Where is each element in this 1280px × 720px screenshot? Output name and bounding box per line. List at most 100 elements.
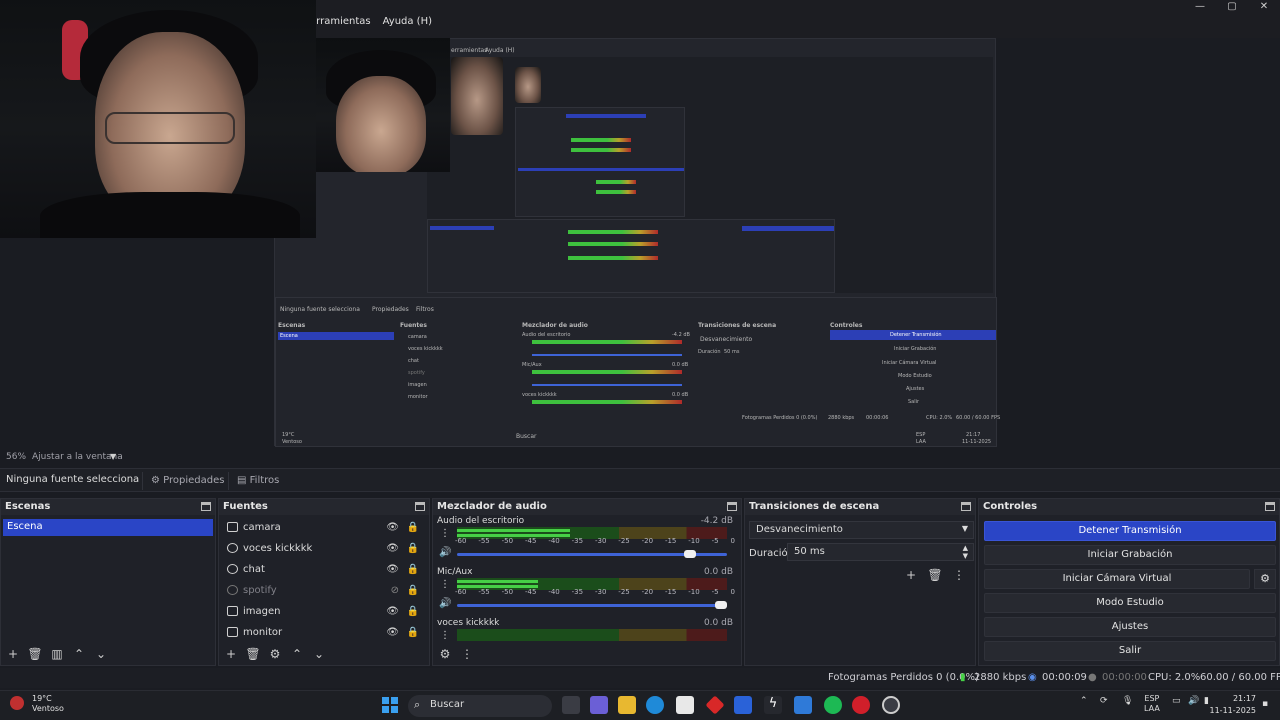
- transitions-title: Transiciones de escena: [745, 499, 975, 515]
- language-indicator[interactable]: ESP LAA: [1144, 694, 1160, 714]
- undock-icon[interactable]: [201, 502, 211, 511]
- virtual-camera-settings-button[interactable]: ⚙: [1254, 569, 1276, 589]
- nested-webcam-image-2: [515, 67, 541, 103]
- source-item-monitor[interactable]: monitor 👁 🔒: [219, 622, 429, 643]
- slider-handle[interactable]: [684, 550, 697, 558]
- source-item-camara[interactable]: camara 👁 🔒: [219, 517, 429, 538]
- gear-icon[interactable]: ⚙: [437, 646, 453, 662]
- undock-icon[interactable]: [1265, 502, 1275, 511]
- source-item-imagen[interactable]: imagen 👁 🔒: [219, 601, 429, 622]
- gear-icon[interactable]: ⚙: [267, 646, 283, 662]
- trash-icon[interactable]: 🗑: [927, 567, 943, 583]
- edge-icon[interactable]: [646, 696, 664, 714]
- battery-icon[interactable]: ▮: [1204, 696, 1209, 706]
- duration-input[interactable]: 50 ms ▲ ▼: [787, 543, 974, 561]
- more-icon[interactable]: ⋮: [440, 630, 450, 641]
- studio-mode-button[interactable]: Modo Estudio: [984, 593, 1276, 613]
- minimize-button[interactable]: —: [1184, 0, 1216, 14]
- clock[interactable]: 21:17 11-11-2025: [1210, 693, 1257, 717]
- webcam-feed-echo: [316, 38, 450, 172]
- close-button[interactable]: ✕: [1248, 0, 1280, 14]
- more-icon[interactable]: ⋮: [459, 646, 475, 662]
- scene-item[interactable]: Escena: [3, 519, 213, 536]
- meter-tick: -20: [641, 588, 654, 596]
- volume-slider[interactable]: [457, 550, 727, 558]
- lock-icon[interactable]: 🔒: [407, 517, 419, 538]
- meter-tick: -35: [571, 588, 584, 596]
- chevron-up-icon[interactable]: ⌃: [289, 646, 305, 662]
- lock-icon[interactable]: 🔒: [407, 622, 419, 643]
- spotify-icon[interactable]: [824, 696, 842, 714]
- taskbar-search[interactable]: ⌕ Buscar: [408, 695, 552, 717]
- copilot-icon[interactable]: [590, 696, 608, 714]
- lock-icon[interactable]: 🔒: [407, 538, 419, 559]
- network-icon[interactable]: ▭: [1172, 696, 1181, 706]
- maximize-button[interactable]: ▢: [1216, 0, 1248, 14]
- no-source-selected: Ninguna fuente selecciona: [6, 474, 140, 485]
- file-explorer-icon[interactable]: [618, 696, 636, 714]
- eye-hidden-icon[interactable]: ⊘: [391, 580, 399, 601]
- microphone-icon[interactable]: 🎙: [1122, 696, 1133, 706]
- nested-nested-docks: [427, 219, 835, 293]
- chevron-up-icon[interactable]: ⌃: [1080, 696, 1088, 706]
- opera-icon[interactable]: [852, 696, 870, 714]
- meter-tick: -20: [641, 537, 654, 545]
- gear-icon: ⚙: [1260, 572, 1270, 585]
- more-icon[interactable]: ⋮: [951, 567, 967, 583]
- chevron-down-icon[interactable]: ⌄: [311, 646, 327, 662]
- menu-help[interactable]: Ayuda (H): [383, 16, 432, 27]
- add-icon[interactable]: +: [903, 567, 919, 583]
- chevron-down-icon[interactable]: ⌄: [93, 646, 109, 662]
- transition-select[interactable]: Desvanecimiento ▼: [749, 521, 974, 539]
- speaker-icon[interactable]: 🔊: [439, 547, 451, 558]
- task-view-icon[interactable]: [562, 696, 580, 714]
- obs-icon[interactable]: [882, 696, 900, 714]
- dropbox-icon[interactable]: [734, 696, 752, 714]
- notification-icon[interactable]: ▪: [1262, 699, 1268, 709]
- eye-icon[interactable]: 👁: [386, 622, 399, 643]
- volume-icon[interactable]: 🔊: [1188, 696, 1199, 706]
- more-icon[interactable]: ⋮: [440, 528, 450, 539]
- add-icon[interactable]: +: [5, 646, 21, 662]
- menu-tools[interactable]: erramientas: [310, 16, 371, 27]
- lightning-icon[interactable]: ϟ: [764, 696, 782, 714]
- lock-icon[interactable]: 🔒: [407, 580, 419, 601]
- stop-streaming-button[interactable]: Detener Transmisión: [984, 521, 1276, 541]
- slider-handle[interactable]: [715, 601, 727, 609]
- undock-icon[interactable]: [415, 502, 425, 511]
- exit-button[interactable]: Salir: [984, 641, 1276, 661]
- eye-icon[interactable]: 👁: [386, 538, 399, 559]
- more-icon[interactable]: ⋮: [440, 579, 450, 590]
- start-virtual-camera-button[interactable]: Iniciar Cámara Virtual: [984, 569, 1250, 589]
- lock-icon[interactable]: 🔒: [407, 559, 419, 580]
- add-icon[interactable]: +: [223, 646, 239, 662]
- lock-icon[interactable]: 🔒: [407, 601, 419, 622]
- filter-icon[interactable]: ▥: [49, 646, 65, 662]
- properties-button[interactable]: ⚙ Propiedades: [142, 472, 232, 490]
- eye-icon[interactable]: 👁: [386, 601, 399, 622]
- undock-icon[interactable]: [961, 502, 971, 511]
- volume-slider[interactable]: [457, 601, 727, 609]
- undock-icon[interactable]: [727, 502, 737, 511]
- source-item-voces[interactable]: voces kickkkk 👁 🔒: [219, 538, 429, 559]
- start-recording-button[interactable]: Iniciar Grabación: [984, 545, 1276, 565]
- eye-icon[interactable]: 👁: [386, 559, 399, 580]
- chevron-up-icon[interactable]: ⌃: [71, 646, 87, 662]
- app-red-icon[interactable]: [705, 695, 725, 715]
- store-icon[interactable]: [676, 696, 694, 714]
- eye-icon[interactable]: 👁: [386, 517, 399, 538]
- meter-tick: -15: [664, 588, 677, 596]
- source-item-chat[interactable]: chat 👁 🔒: [219, 559, 429, 580]
- spinner-icon[interactable]: ▲ ▼: [963, 544, 968, 560]
- filters-button[interactable]: ▤ Filtros: [228, 472, 287, 490]
- source-item-spotify[interactable]: spotify ⊘ 🔒: [219, 580, 429, 601]
- chevron-down-icon[interactable]: ▼: [110, 452, 116, 461]
- trash-icon[interactable]: 🗑: [27, 646, 43, 662]
- speaker-icon[interactable]: 🔊: [439, 598, 451, 609]
- windows-start-icon[interactable]: [382, 697, 398, 713]
- trash-icon[interactable]: 🗑: [245, 646, 261, 662]
- meter-tick: -25: [618, 588, 630, 596]
- settings-button[interactable]: Ajustes: [984, 617, 1276, 637]
- outlook-icon[interactable]: [794, 696, 812, 714]
- sync-icon[interactable]: ⟳: [1100, 696, 1108, 706]
